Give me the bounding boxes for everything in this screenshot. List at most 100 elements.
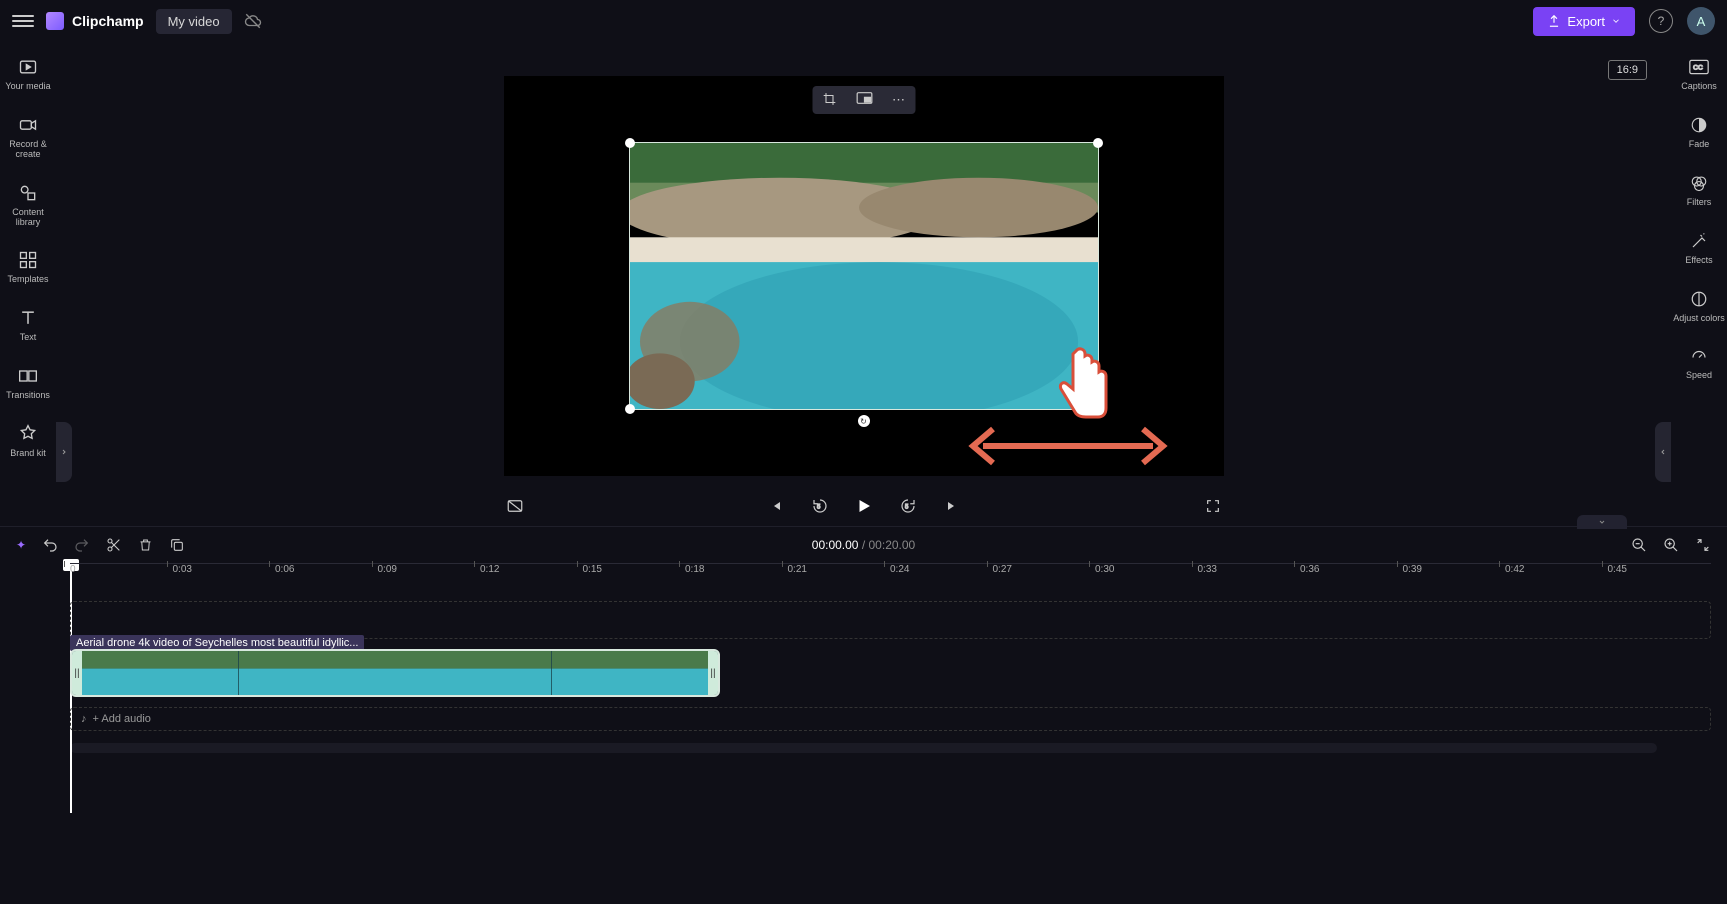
templates-icon — [17, 249, 39, 271]
adjust-icon — [1688, 288, 1710, 310]
rail-captions[interactable]: CC Captions — [1681, 56, 1717, 92]
zoom-out-button[interactable] — [1631, 537, 1647, 553]
rail-label: Filters — [1687, 198, 1712, 208]
skip-start-button[interactable] — [765, 495, 787, 517]
right-rail: CC Captions Fade Filters Effects Adjust … — [1671, 42, 1727, 522]
rail-content-library[interactable]: Content library — [0, 182, 56, 228]
rail-speed[interactable]: Speed — [1686, 345, 1712, 381]
rail-effects[interactable]: Effects — [1685, 230, 1712, 266]
more-button[interactable]: ⋯ — [882, 86, 915, 114]
selected-clip[interactable]: ↻ — [629, 142, 1099, 410]
rail-label: Transitions — [6, 391, 50, 401]
text-icon — [17, 307, 39, 329]
stage-column: 16:9 ⋯ — [56, 42, 1671, 522]
rail-your-media[interactable]: Your media — [5, 56, 50, 92]
timeline-area: Aerial drone 4k video of Seychelles most… — [70, 601, 1711, 731]
ruler-tick: 0:30 — [1095, 564, 1114, 575]
clip-toolbar: ⋯ — [812, 86, 915, 114]
annotation-hand-cursor-icon — [1053, 344, 1113, 419]
right-panel-expand[interactable] — [1655, 422, 1671, 482]
crop-button[interactable] — [812, 86, 846, 114]
redo-button[interactable] — [74, 537, 90, 553]
svg-text:5: 5 — [817, 504, 821, 510]
top-right-group: Export ? A — [1533, 7, 1715, 36]
ruler-tick: 0:18 — [685, 564, 704, 575]
transitions-icon — [17, 365, 39, 387]
sync-disabled-icon[interactable] — [244, 12, 262, 30]
ruler-tick: 0:24 — [890, 564, 909, 575]
time-ruler[interactable]: 00:030:060:090:120:150:180:210:240:270:3… — [70, 563, 1711, 587]
rail-templates[interactable]: Templates — [7, 249, 48, 285]
rail-text[interactable]: Text — [17, 307, 39, 343]
delete-button[interactable] — [138, 537, 153, 553]
brand-logo-icon — [46, 12, 64, 30]
toggle-preview-quality-button[interactable] — [504, 495, 526, 517]
rail-filters[interactable]: Filters — [1687, 172, 1712, 208]
aspect-ratio-badge[interactable]: 16:9 — [1608, 60, 1647, 80]
ruler-tick: 0:36 — [1300, 564, 1319, 575]
empty-track[interactable] — [70, 601, 1711, 639]
playback-controls: 5 5 — [504, 490, 1224, 522]
skip-end-button[interactable] — [941, 495, 963, 517]
ruler-tick: 0:15 — [583, 564, 602, 575]
clip-thumbnails — [82, 651, 708, 695]
rail-fade[interactable]: Fade — [1688, 114, 1710, 150]
rewind-5s-button[interactable]: 5 — [809, 495, 831, 517]
rail-adjust-colors[interactable]: Adjust colors — [1673, 288, 1725, 324]
main-area: Your media Record & create Content libra… — [0, 42, 1727, 522]
rail-label: Speed — [1686, 371, 1712, 381]
timeline-collapse-tab[interactable] — [1577, 515, 1627, 529]
clip-trim-handle-left[interactable]: || — [72, 651, 82, 695]
media-icon — [17, 56, 39, 78]
clip-trim-handle-right[interactable]: || — [708, 651, 718, 695]
ruler-tick: 0:09 — [378, 564, 397, 575]
rail-label: Captions — [1681, 82, 1717, 92]
resize-handle-tl[interactable] — [625, 138, 635, 148]
zoom-in-button[interactable] — [1663, 537, 1679, 553]
rail-label: Record & create — [0, 140, 56, 160]
video-stage[interactable]: ⋯ ↻ — [504, 76, 1224, 476]
user-avatar[interactable]: A — [1687, 7, 1715, 35]
help-button[interactable]: ? — [1649, 9, 1673, 33]
rail-record-create[interactable]: Record & create — [0, 114, 56, 160]
ruler-tick: 0:27 — [993, 564, 1012, 575]
resize-handle-tr[interactable] — [1093, 138, 1103, 148]
rail-transitions[interactable]: Transitions — [6, 365, 50, 401]
add-audio-track[interactable]: ♪ + Add audio — [70, 707, 1711, 731]
play-button[interactable] — [853, 495, 875, 517]
top-bar: Clipchamp My video Export ? A — [0, 0, 1727, 42]
timeline-toolbar: ✦ 00:00.00 / 00:20.00 — [0, 526, 1727, 563]
split-button[interactable] — [106, 537, 122, 553]
rail-label: Effects — [1685, 256, 1712, 266]
ruler-tick: 0:45 — [1608, 564, 1627, 575]
rail-label: Brand kit — [10, 449, 46, 459]
left-rail: Your media Record & create Content libra… — [0, 42, 56, 522]
export-button[interactable]: Export — [1533, 7, 1635, 36]
annotation-resize-arrow-icon — [968, 421, 1168, 471]
rail-label: Templates — [7, 275, 48, 285]
rail-brand-kit[interactable]: Brand kit — [10, 423, 46, 459]
timeline-video-clip[interactable]: || || — [70, 649, 720, 697]
rotate-handle[interactable]: ↻ — [858, 415, 870, 427]
duplicate-button[interactable] — [169, 537, 185, 553]
pip-button[interactable] — [846, 86, 882, 114]
brand[interactable]: Clipchamp — [46, 12, 144, 30]
timeline-scrollbar[interactable] — [70, 743, 1657, 753]
project-title[interactable]: My video — [156, 9, 232, 34]
rail-label: Fade — [1689, 140, 1710, 150]
toolbar-right-group — [1631, 537, 1711, 553]
ruler-tick: 0 — [70, 564, 76, 575]
shapes-icon — [17, 182, 39, 204]
ruler-tick: 0:33 — [1198, 564, 1217, 575]
fit-timeline-button[interactable] — [1695, 537, 1711, 553]
fullscreen-button[interactable] — [1202, 495, 1224, 517]
hamburger-menu[interactable] — [12, 10, 34, 32]
ruler-tick: 0:42 — [1505, 564, 1524, 575]
undo-button[interactable] — [42, 537, 58, 553]
ruler-tick: 0:12 — [480, 564, 499, 575]
fx-icon — [1688, 230, 1710, 252]
total-time: 00:20.00 — [869, 538, 916, 552]
forward-5s-button[interactable]: 5 — [897, 495, 919, 517]
ai-sparkle-button[interactable]: ✦ — [16, 538, 26, 552]
resize-handle-bl[interactable] — [625, 404, 635, 414]
